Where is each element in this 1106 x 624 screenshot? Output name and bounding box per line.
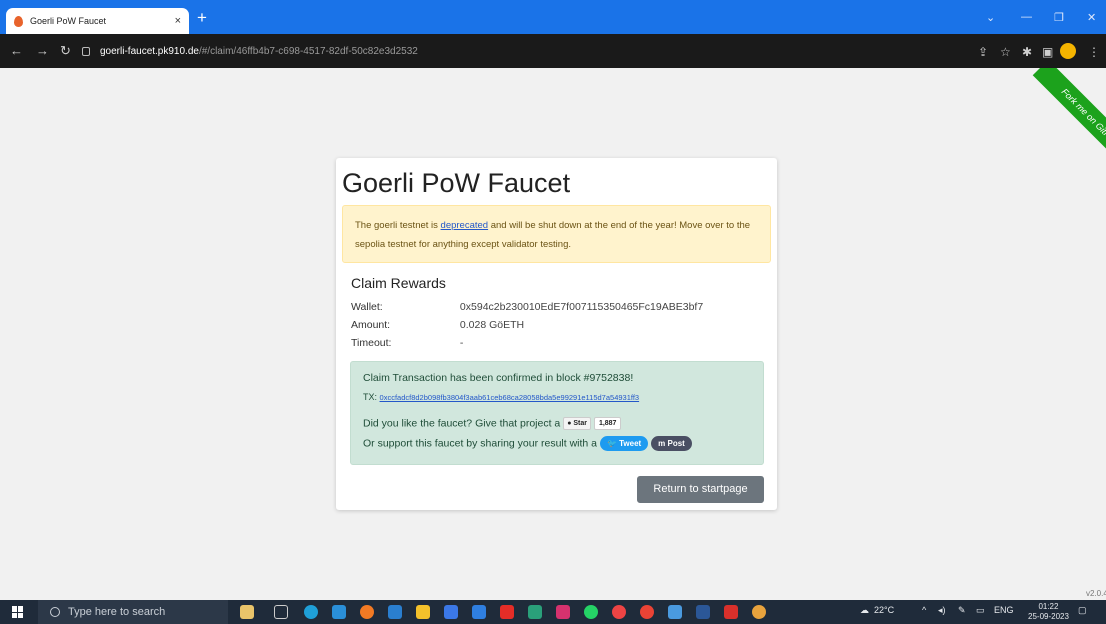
windows-start-icon[interactable] bbox=[12, 606, 24, 618]
timeout-row: Timeout: - bbox=[351, 337, 463, 349]
version-label: v2.0.4 bbox=[1086, 589, 1106, 598]
close-window-icon[interactable]: ✕ bbox=[1087, 11, 1096, 24]
deprecation-alert: The goerli testnet is deprecated and wil… bbox=[342, 205, 771, 263]
timeout-value: - bbox=[459, 337, 464, 349]
lock-icon[interactable] bbox=[82, 46, 90, 56]
wallet-value: 0x594c2b230010EdE7f007115350465Fc19ABE3b… bbox=[459, 301, 704, 313]
file-explorer-icon[interactable] bbox=[416, 605, 430, 619]
mastodon-icon: m bbox=[658, 439, 668, 448]
clock-time: 01:22 bbox=[1038, 602, 1059, 611]
faucet-card: Goerli PoW Faucet The goerli testnet is … bbox=[336, 158, 777, 510]
alert-text-before: The goerli testnet is bbox=[355, 220, 441, 231]
wallet-label: Wallet: bbox=[351, 301, 383, 313]
tx-line: TX: 0xccfadcf8d2b098fb3804f3aab61ceb68ca… bbox=[363, 392, 639, 402]
address-bar[interactable]: goerli-faucet.pk910.de /#/claim/46ffb4b7… bbox=[82, 39, 1012, 63]
amount-value: 0.028 GöETH bbox=[459, 319, 525, 331]
page-title: Goerli PoW Faucet bbox=[342, 168, 571, 198]
taskbar-search-box[interactable]: Type here to search bbox=[38, 600, 228, 624]
language-indicator[interactable]: ENG bbox=[994, 605, 1014, 615]
whatsapp-icon[interactable] bbox=[584, 605, 598, 619]
search-icon bbox=[50, 607, 60, 617]
confirmation-panel: Claim Transaction has been confirmed in … bbox=[350, 361, 764, 465]
notifications-icon[interactable]: ▢ bbox=[1078, 605, 1087, 616]
instagram-icon[interactable] bbox=[556, 605, 570, 619]
star-label: Star bbox=[573, 420, 588, 427]
new-tab-button[interactable]: + bbox=[193, 9, 211, 27]
tweet-label: Tweet bbox=[619, 439, 642, 448]
clock-date: 25-09-2023 bbox=[1028, 612, 1069, 621]
tx-label: TX: bbox=[363, 392, 378, 402]
bowl-app-icon[interactable] bbox=[240, 605, 254, 619]
task-view-icon[interactable] bbox=[274, 605, 288, 619]
pen-icon[interactable]: ✎ bbox=[958, 605, 966, 616]
vscode-icon[interactable] bbox=[388, 605, 402, 619]
tweet-button[interactable]: 🐦 Tweet bbox=[599, 436, 649, 451]
menu-icon[interactable]: ⋮ bbox=[1088, 45, 1100, 59]
volume-icon[interactable]: ◂) bbox=[938, 605, 946, 616]
side-panel-icon[interactable]: ▣ bbox=[1042, 45, 1053, 59]
share-line: Or support this faucet by sharing your r… bbox=[363, 436, 692, 451]
amount-row: Amount: 0.028 GöETH bbox=[351, 319, 524, 331]
chrome-profile-icon[interactable] bbox=[640, 605, 654, 619]
claim-rewards-heading: Claim Rewards bbox=[351, 275, 446, 291]
firefox-icon[interactable] bbox=[360, 605, 374, 619]
meet-icon[interactable] bbox=[528, 605, 542, 619]
weather-icon[interactable]: ☁ bbox=[860, 605, 869, 616]
wallet-row: Wallet: 0x594c2b230010EdE7f007115350465F… bbox=[351, 301, 703, 313]
chrome-active-icon[interactable] bbox=[752, 605, 766, 619]
like-text: Did you like the faucet? Give that proje… bbox=[363, 417, 561, 430]
forward-icon[interactable]: → bbox=[36, 43, 49, 58]
browser-tab[interactable]: Goerli PoW Faucet × bbox=[6, 8, 189, 34]
taskbar-clock[interactable]: 01:22 25-09-2023 bbox=[1028, 602, 1069, 622]
minimize-icon[interactable]: — bbox=[1021, 11, 1032, 23]
twitter-bird-icon: 🐦 bbox=[606, 439, 620, 448]
word-icon[interactable] bbox=[696, 605, 710, 619]
youtube-icon[interactable] bbox=[500, 605, 514, 619]
share-text: Or support this faucet by sharing your r… bbox=[363, 437, 598, 450]
tab-title: Goerli PoW Faucet bbox=[30, 16, 107, 26]
browser-toolbar: ← → ↻ goerli-faucet.pk910.de /#/claim/46… bbox=[0, 34, 1106, 68]
weather-temp[interactable]: 22°C bbox=[874, 605, 894, 615]
github-star-button[interactable]: ● Star bbox=[563, 417, 592, 430]
photos-icon[interactable] bbox=[668, 605, 682, 619]
dropbox-icon[interactable] bbox=[472, 605, 486, 619]
browser-title-bar: Goerli PoW Faucet × + ⌄ — ❐ ✕ bbox=[0, 0, 1106, 34]
return-to-startpage-button[interactable]: Return to startpage bbox=[637, 476, 764, 503]
mastodon-post-button[interactable]: m Post bbox=[651, 436, 692, 451]
like-line: Did you like the faucet? Give that proje… bbox=[363, 417, 622, 430]
app-icon-7[interactable] bbox=[444, 605, 458, 619]
timeout-label: Timeout: bbox=[351, 337, 392, 349]
fork-on-github-ribbon[interactable]: Fork me on GitHub bbox=[1032, 68, 1106, 175]
maximize-icon[interactable]: ❐ bbox=[1054, 11, 1064, 24]
tab-close-icon[interactable]: × bbox=[175, 15, 181, 27]
post-label: Post bbox=[667, 439, 685, 448]
profile-avatar[interactable] bbox=[1060, 43, 1076, 59]
deprecated-link[interactable]: deprecated bbox=[441, 220, 489, 231]
edge-icon[interactable] bbox=[304, 605, 318, 619]
share-icon[interactable]: ⇪ bbox=[978, 45, 988, 59]
tab-search-icon[interactable]: ⌄ bbox=[986, 11, 995, 24]
windows-taskbar: Type here to search ☁ 22°C ^ ◂) ✎ ▭ ENG … bbox=[0, 600, 1106, 624]
extensions-icon[interactable]: ✱ bbox=[1022, 45, 1032, 59]
url-host: goerli-faucet.pk910.de bbox=[100, 45, 199, 57]
chrome-icon[interactable] bbox=[612, 605, 626, 619]
star-count[interactable]: 1,887 bbox=[593, 417, 622, 430]
network-icon[interactable]: ▭ bbox=[976, 605, 985, 616]
faucet-favicon-icon bbox=[14, 15, 23, 27]
url-path: /#/claim/46ffb4b7-c698-4517-82df-50c82e3… bbox=[198, 45, 418, 57]
acrobat-icon[interactable] bbox=[724, 605, 738, 619]
confirmation-text: Claim Transaction has been confirmed in … bbox=[363, 372, 634, 384]
tx-hash-link[interactable]: 0xccfadcf8d2b098fb3804f3aab61ceb68ca2805… bbox=[380, 393, 640, 402]
bookmark-star-icon[interactable]: ☆ bbox=[1000, 45, 1011, 59]
tray-chevron-icon[interactable]: ^ bbox=[922, 605, 926, 615]
search-placeholder: Type here to search bbox=[68, 606, 166, 618]
amount-label: Amount: bbox=[351, 319, 391, 331]
back-icon[interactable]: ← bbox=[10, 43, 23, 58]
mail-icon[interactable] bbox=[332, 605, 346, 619]
reload-icon[interactable]: ↻ bbox=[60, 43, 71, 59]
